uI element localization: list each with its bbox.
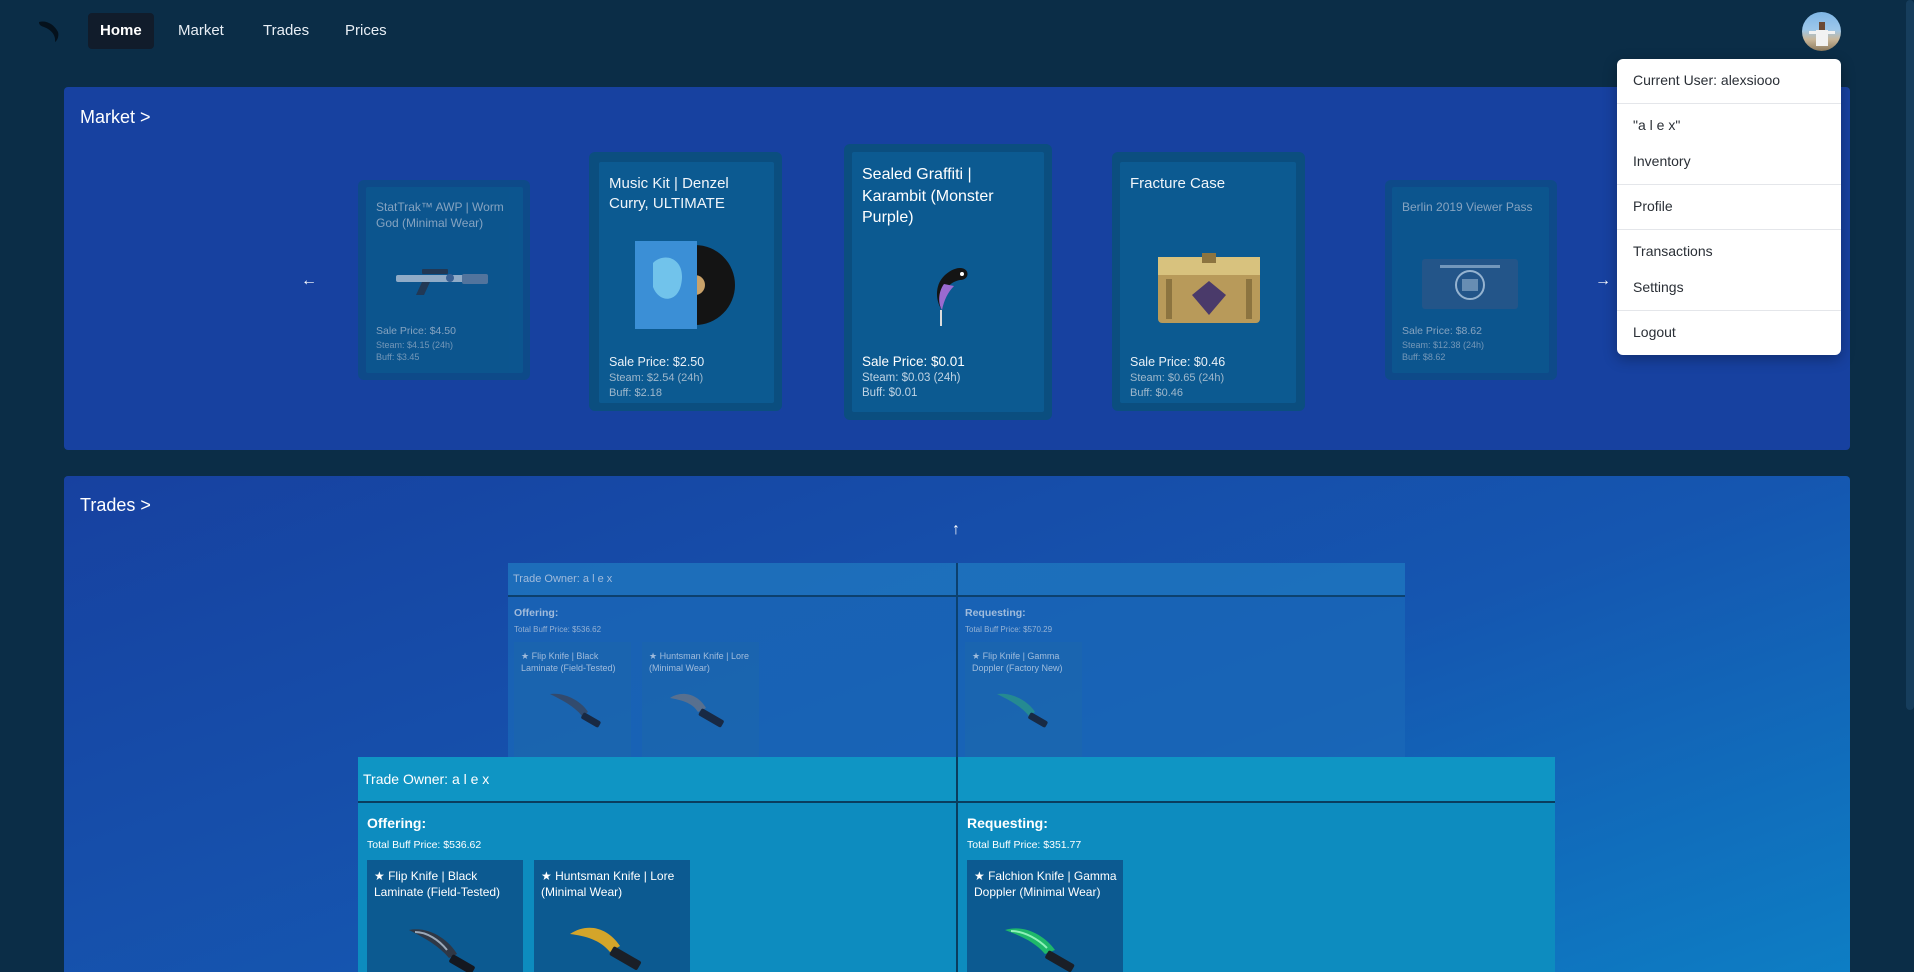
trade-item-name: ★ Huntsman Knife | Lore (Minimal Wear) [649,651,749,674]
offering-label: Offering: [514,607,559,619]
karambit-graffiti-icon [926,264,972,335]
trade-divider [956,757,958,972]
market-card-buff-price: Buff: $0.01 [862,387,918,399]
menu-divider [1617,103,1841,104]
offering-total: Total Buff Price: $536.62 [514,625,602,634]
trade-card-back[interactable]: Trade Owner: a l e x Offering: Total Buf… [508,563,1405,757]
market-card-steam-price: Steam: $2.54 (24h) [609,372,704,384]
falchion-knife-icon [1003,922,1087,972]
market-card-sale-price: Sale Price: $0.01 [862,354,965,369]
market-card-name: Music Kit | Denzel Curry, ULTIMATE [609,175,729,213]
flip-knife-icon [407,924,483,972]
trade-item-name: ★ Huntsman Knife | Lore (Minimal Wear) [541,869,675,900]
carousel-prev-arrow[interactable]: ← [301,272,317,290]
market-card-steam-price: Steam: $4.15 (24h) [376,340,454,350]
trade-owner: Trade Owner: a l e x [513,573,613,585]
trade-item-card[interactable]: ★ Flip Knife | Black Laminate (Field-Tes… [514,642,631,757]
navbar: Home Market Trades Prices [0,0,1914,62]
menu-divider [1617,310,1841,311]
market-card-name: StatTrak™ AWP | Worm God (Minimal Wear) [376,200,504,231]
trade-item-card[interactable]: ★ Falchion Knife | Gamma Doppler (Minima… [967,860,1123,972]
market-card-steam-price: Steam: $0.03 (24h) [862,372,961,384]
trades-up-arrow[interactable]: ↑ [952,521,960,539]
menu-divider [1617,184,1841,185]
market-card-sale-price: Sale Price: $2.50 [609,355,705,369]
menu-divider [1617,229,1841,230]
market-card-sale-price: Sale Price: $8.62 [1402,325,1482,337]
trade-item-card[interactable]: ★ Huntsman Knife | Lore (Minimal Wear) [534,860,690,972]
nav-trades[interactable]: Trades [251,13,321,49]
trade-item-card[interactable]: ★ Flip Knife | Gamma Doppler (Factory Ne… [965,642,1082,757]
market-card[interactable]: Fracture Case Sale Price: $0.46 Steam: $… [1120,162,1296,403]
market-card-buff-price: Buff: $2.18 [609,387,663,399]
offering-label: Offering: [367,815,427,831]
carousel-next-arrow[interactable]: → [1595,272,1611,290]
market-card-steam-price: Steam: $12.38 (24h) [1402,340,1485,350]
menu-item-inventory[interactable]: Inventory [1633,153,1691,169]
menu-item-transactions[interactable]: Transactions [1633,243,1713,259]
music-kit-icon [635,241,739,334]
nav-market[interactable]: Market [166,13,236,49]
market-card-buff-price: Buff: $8.62 [1402,352,1446,362]
knife-icon [995,688,1055,733]
display-name-label: "a l e x" [1633,117,1681,133]
karambit-logo-icon[interactable] [36,18,62,44]
market-card-name: Berlin 2019 Viewer Pass [1402,200,1533,214]
trade-divider [956,563,958,757]
nav-home[interactable]: Home [88,13,154,49]
trade-card-front[interactable]: Trade Owner: a l e x Offering: Total Buf… [358,757,1555,972]
huntsman-knife-icon [568,922,652,972]
requesting-label: Requesting: [967,815,1048,831]
market-card[interactable]: Sealed Graffiti | Karambit (Monster Purp… [852,152,1044,412]
knife-icon [668,688,732,735]
market-card[interactable]: Berlin 2019 Viewer Pass Sale Price: $8.6… [1392,187,1549,373]
current-user-label: Current User: alexsiooo [1633,72,1781,88]
page-scrollbar[interactable] [1906,0,1914,710]
market-card-steam-price: Steam: $0.65 (24h) [1130,372,1225,384]
market-card-buff-price: Buff: $0.46 [1130,387,1184,399]
trades-title-link[interactable]: Trades > [80,495,151,516]
market-card-name: Sealed Graffiti | Karambit (Monster Purp… [862,166,994,227]
awp-rifle-icon [392,257,492,304]
weapon-case-icon [1152,245,1266,336]
menu-item-profile[interactable]: Profile [1633,198,1673,214]
market-card-buff-price: Buff: $3.45 [376,352,420,362]
requesting-total: Total Buff Price: $351.77 [967,839,1082,851]
offering-total: Total Buff Price: $536.62 [367,839,482,851]
user-dropdown-menu: Current User: alexsiooo "a l e x" Invent… [1617,59,1841,355]
market-panel: Market > ← → StatTrak™ AWP | Worm God (M… [64,87,1850,450]
knife-icon [548,688,608,733]
trade-item-name: ★ Flip Knife | Black Laminate (Field-Tes… [374,869,501,900]
market-card-sale-price: Sale Price: $4.50 [376,325,456,337]
trade-item-name: ★ Falchion Knife | Gamma Doppler (Minima… [974,869,1117,900]
requesting-total: Total Buff Price: $570.29 [965,625,1053,634]
trade-item-card[interactable]: ★ Huntsman Knife | Lore (Minimal Wear) [642,642,759,757]
market-card-name: Fracture Case [1130,175,1226,192]
market-card-sale-price: Sale Price: $0.46 [1130,355,1226,369]
trade-item-card[interactable]: ★ Flip Knife | Black Laminate (Field-Tes… [367,860,523,972]
market-card[interactable]: StatTrak™ AWP | Worm God (Minimal Wear) … [366,187,523,373]
nav-prices[interactable]: Prices [333,13,399,49]
trade-item-name: ★ Flip Knife | Black Laminate (Field-Tes… [521,651,616,674]
trade-owner: Trade Owner: a l e x [363,771,490,787]
avatar[interactable] [1802,12,1841,51]
trade-item-name: ★ Flip Knife | Gamma Doppler (Factory Ne… [972,651,1063,674]
menu-item-settings[interactable]: Settings [1633,279,1684,295]
market-title-link[interactable]: Market > [80,107,151,128]
viewer-pass-icon [1422,259,1518,314]
requesting-label: Requesting: [965,607,1026,619]
market-card[interactable]: Music Kit | Denzel Curry, ULTIMATE Sale … [599,162,774,403]
menu-item-logout[interactable]: Logout [1633,324,1676,340]
